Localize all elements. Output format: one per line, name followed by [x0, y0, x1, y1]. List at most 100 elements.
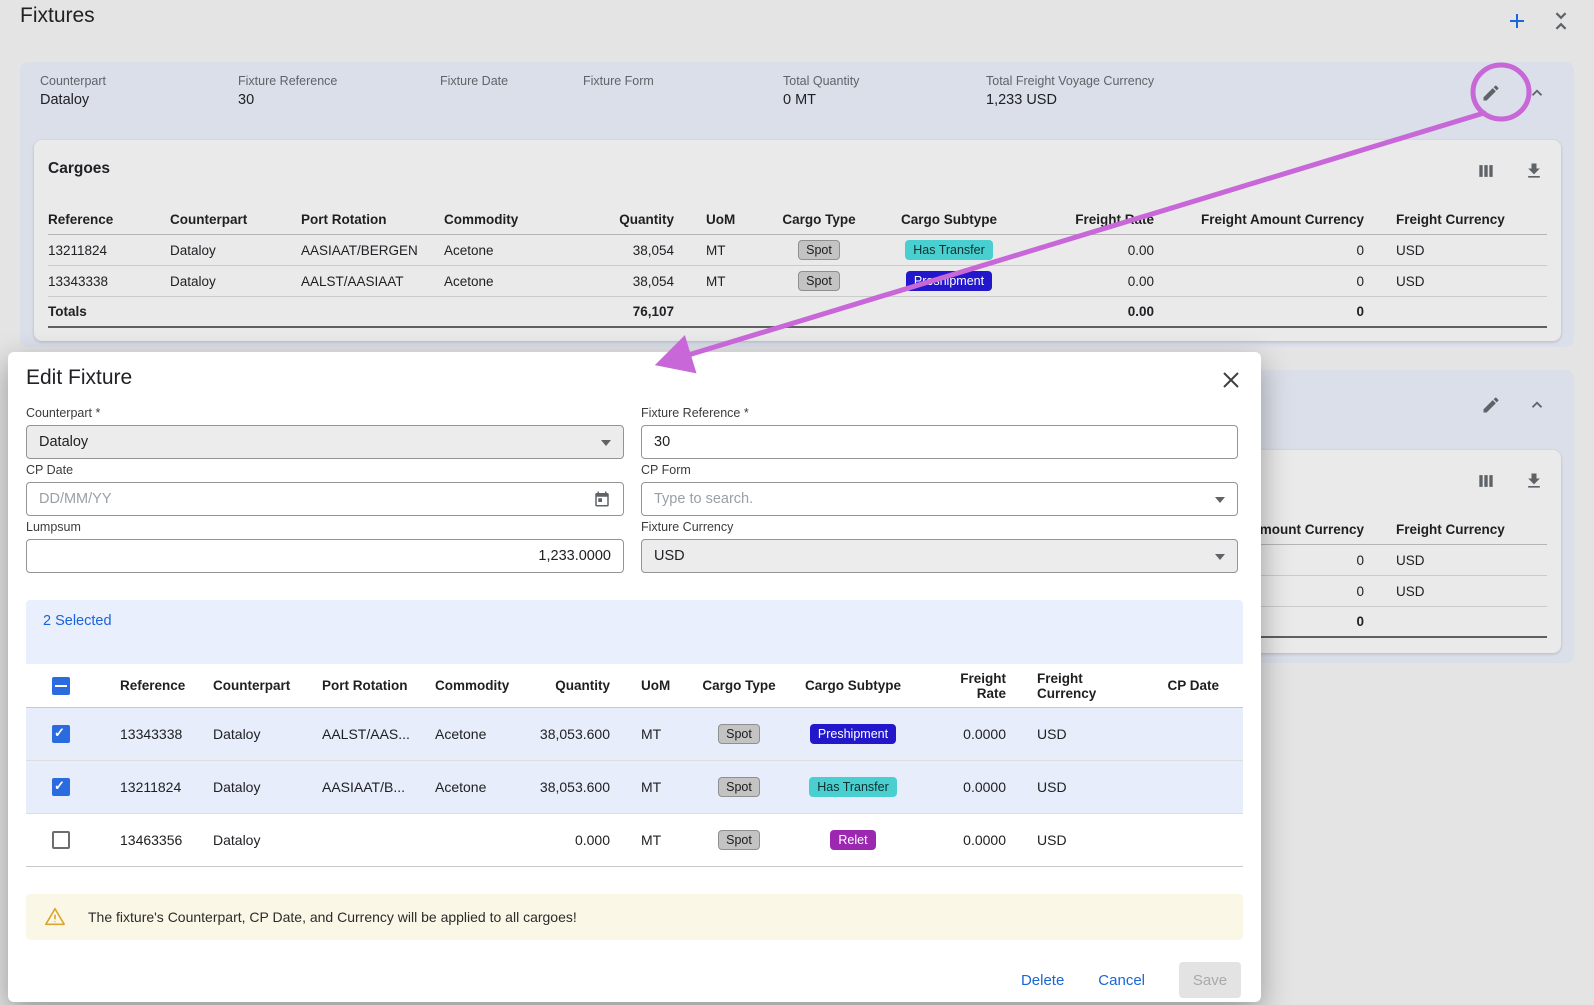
fixture-currency-select[interactable]: USD [641, 539, 1238, 573]
add-fixture-button[interactable] [1504, 8, 1530, 34]
fixture-reference-input[interactable] [654, 434, 1225, 450]
collapse-all-button[interactable] [1548, 8, 1574, 34]
col-cp-date: CP Date [1126, 678, 1243, 693]
chevron-down-icon [1215, 497, 1225, 503]
lumpsum-input[interactable] [39, 548, 611, 564]
col-quantity: Quantity [563, 212, 674, 227]
cargo-type-badge: Spot [798, 271, 840, 291]
cp-form-input[interactable] [654, 491, 1225, 507]
pencil-icon [1481, 83, 1501, 103]
summary-label: Fixture Date [440, 74, 583, 88]
download-icon [1524, 471, 1544, 491]
column-settings-button[interactable] [1473, 158, 1499, 184]
col-freight-currency: Freight Currency [1006, 671, 1126, 701]
row-checkbox[interactable]: ✓ [52, 778, 70, 796]
row-checkbox[interactable]: ✓ [52, 725, 70, 743]
row-checkbox[interactable] [52, 831, 70, 849]
cargo-row[interactable]: ✓ 13211824 Dataloy AASIAAT/B... Acetone … [26, 761, 1243, 814]
cargo-type-badge: Spot [798, 240, 840, 260]
chevron-up-icon [1528, 396, 1546, 414]
col-port-rotation: Port Rotation [322, 678, 435, 693]
table-row[interactable]: 13211824 Dataloy AASIAAT/BERGEN Acetone … [48, 235, 1547, 266]
summary-label: Fixture Reference [238, 74, 440, 88]
cargo-subtype-badge: Preshipment [906, 271, 992, 291]
cancel-button[interactable]: Cancel [1098, 972, 1145, 989]
selection-banner: 2 Selected [26, 600, 1243, 664]
fixture-reference-label: Fixture Reference * [641, 406, 1238, 422]
collapse-all-icon [1550, 10, 1572, 32]
edit-fixture-dialog: Edit Fixture Counterpart * Dataloy Fixtu… [8, 352, 1261, 1002]
column-settings-button[interactable] [1473, 468, 1499, 494]
collapse-panel-button[interactable] [1524, 392, 1550, 418]
cargo-subtype-badge: Has Transfer [809, 777, 897, 797]
summary-value: 30 [238, 92, 440, 108]
chevron-down-icon [601, 440, 611, 446]
fixture-panel: Counterpart Dataloy Fixture Reference 30 F… [20, 62, 1574, 347]
summary-label: Fixture Form [583, 74, 783, 88]
col-freight-rate: Freight Rate [928, 671, 1006, 701]
edit-fixture-button[interactable] [1478, 392, 1504, 418]
close-button[interactable] [1219, 368, 1243, 392]
col-uom: UoM [610, 678, 700, 693]
col-commodity: Commodity [444, 212, 563, 227]
collapse-panel-button[interactable] [1524, 80, 1550, 106]
cargo-subtype-badge: Has Transfer [905, 240, 993, 260]
col-cargo-type: Cargo Type [754, 212, 884, 227]
cp-form-combobox[interactable] [641, 482, 1238, 516]
download-button[interactable] [1521, 158, 1547, 184]
cp-date-label: CP Date [26, 463, 624, 479]
cargo-type-badge: Spot [718, 777, 760, 797]
col-freight-amount-currency: Freight Amount Currency [1154, 212, 1364, 227]
summary-label: Counterpart [40, 74, 238, 88]
counterpart-select[interactable]: Dataloy [26, 425, 624, 459]
columns-icon [1476, 161, 1496, 181]
col-quantity: Quantity [515, 678, 610, 693]
pencil-icon [1481, 395, 1501, 415]
close-icon [1219, 368, 1243, 392]
warning-banner: The fixture's Counterpart, CP Date, and … [26, 894, 1243, 940]
col-freight-currency: Freight Currency [1364, 522, 1547, 537]
selected-count: 2 Selected [43, 613, 112, 629]
summary-value: Dataloy [40, 92, 238, 108]
table-row[interactable]: 13343338 Dataloy AALST/AASIAAT Acetone 3… [48, 266, 1547, 297]
fixture-currency-label: Fixture Currency [641, 520, 1238, 536]
cargo-row[interactable]: 13463356 Dataloy 0.000 MT Spot Relet 0.0… [26, 814, 1243, 867]
calendar-icon[interactable] [593, 490, 611, 508]
summary-label: Total Freight Voyage Currency [986, 74, 1366, 88]
save-button[interactable]: Save [1179, 962, 1241, 998]
cargo-type-badge: Spot [718, 724, 760, 744]
cargoes-title: Cargoes [48, 154, 110, 178]
columns-icon [1476, 471, 1496, 491]
modal-table-header: Reference Counterpart Port Rotation Comm… [26, 664, 1243, 708]
summary-label: Total Quantity [783, 74, 986, 88]
cp-date-input[interactable] [39, 491, 585, 507]
col-cargo-subtype: Cargo Subtype [778, 678, 928, 693]
col-reference: Reference [120, 678, 213, 693]
dialog-title: Edit Fixture [26, 366, 1243, 394]
cargoes-header-row: Reference Counterpart Port Rotation Comm… [48, 205, 1547, 235]
col-uom: UoM [674, 212, 754, 227]
col-counterpart: Counterpart [170, 212, 301, 227]
totals-row: Totals 76,107 0.00 0 [48, 297, 1547, 328]
cargo-row[interactable]: ✓ 13343338 Dataloy AALST/AAS... Acetone … [26, 708, 1243, 761]
download-icon [1524, 161, 1544, 181]
page-title: Fixtures [20, 4, 95, 28]
chevron-up-icon [1528, 84, 1546, 102]
col-commodity: Commodity [435, 678, 515, 693]
col-port-rotation: Port Rotation [301, 212, 444, 227]
delete-button[interactable]: Delete [1021, 972, 1064, 989]
edit-fixture-button[interactable] [1478, 80, 1504, 106]
cargo-subtype-badge: Relet [830, 830, 875, 850]
select-all-checkbox[interactable] [52, 677, 70, 695]
cargoes-card: Cargoes Reference Counterpart Port Rotat… [34, 140, 1561, 341]
summary-value: 0 MT [783, 92, 986, 108]
download-button[interactable] [1521, 468, 1547, 494]
plus-icon [1505, 9, 1529, 33]
col-reference: Reference [48, 212, 170, 227]
summary-value: 1,233 USD [986, 92, 1366, 108]
col-cargo-subtype: Cargo Subtype [884, 212, 1014, 227]
cp-form-label: CP Form [641, 463, 1238, 479]
cargo-subtype-badge: Preshipment [810, 724, 896, 744]
col-counterpart: Counterpart [213, 678, 322, 693]
warning-icon [44, 906, 66, 928]
